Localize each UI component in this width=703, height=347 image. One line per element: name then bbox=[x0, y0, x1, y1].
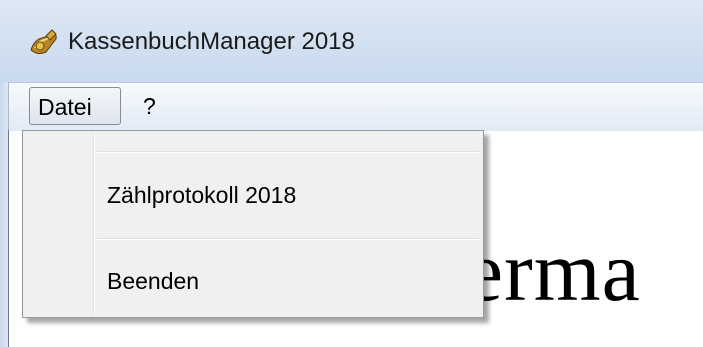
menu-separator bbox=[97, 151, 479, 153]
window-title: KassenbuchManager 2018 bbox=[68, 28, 355, 55]
menu-bar: Datei ? bbox=[8, 82, 703, 131]
menu-item-beenden[interactable]: Beenden bbox=[107, 265, 199, 297]
window-left-border bbox=[0, 82, 8, 347]
title-bar[interactable]: KassenbuchManager 2018 bbox=[0, 0, 703, 82]
menu-icon-gutter bbox=[93, 133, 95, 315]
menu-item-zaehlprotokoll[interactable]: Zählprotokoll 2018 bbox=[107, 179, 296, 211]
datei-dropdown-menu: Zählprotokoll 2018 Beenden bbox=[22, 130, 484, 318]
menu-separator bbox=[97, 238, 479, 240]
menu-datei[interactable]: Datei bbox=[29, 87, 121, 125]
app-window: KassenbuchManager 2018 Datei ? terma Zäh… bbox=[0, 0, 703, 347]
cash-book-app-icon bbox=[30, 29, 57, 55]
content-left-edge bbox=[8, 130, 9, 347]
menu-help[interactable]: ? bbox=[143, 87, 167, 125]
